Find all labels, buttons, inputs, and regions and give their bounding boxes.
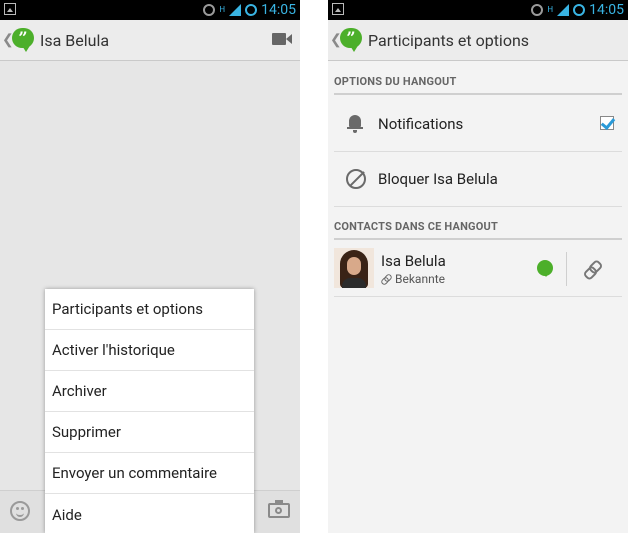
video-call-icon[interactable] (272, 33, 292, 45)
options-section-header: OPTIONS DU HANGOUT (334, 75, 622, 95)
status-icons: H 14:05 (531, 0, 624, 20)
circle-link-icon (381, 274, 391, 284)
notifications-label: Notifications (378, 115, 464, 133)
presence-status-icon (537, 260, 553, 277)
sync-icon (573, 4, 586, 16)
back-caret-icon[interactable]: ❮ (330, 32, 342, 48)
notifications-checkbox[interactable] (600, 114, 616, 131)
menu-item-delete[interactable]: Supprimer (45, 412, 254, 453)
bell-icon (346, 114, 366, 134)
hangouts-logo-icon[interactable]: ” (12, 28, 34, 52)
divider (566, 252, 567, 286)
clock: 14:05 (589, 2, 624, 18)
block-user-label: Bloquer Isa Belula (378, 170, 498, 188)
gallery-notification-icon (4, 3, 16, 15)
camera-icon[interactable] (268, 500, 290, 518)
menu-item-send-feedback[interactable]: Envoyer un commentaire (45, 453, 254, 494)
checkmark-icon (600, 114, 616, 131)
notifications-row[interactable]: Notifications (334, 97, 622, 152)
contacts-section-header: CONTACTS DANS CE HANGOUT (334, 220, 622, 240)
status-bar: H 14:05 (0, 0, 300, 20)
block-user-row[interactable]: Bloquer Isa Belula (334, 152, 622, 207)
signal-icon (557, 4, 570, 16)
contact-circle-label: Bekannte (395, 272, 445, 286)
menu-item-archive[interactable]: Archiver (45, 371, 254, 412)
circles-link-icon[interactable] (584, 260, 602, 278)
network-type: H (547, 5, 554, 14)
avatar[interactable] (334, 248, 374, 288)
clock: 14:05 (261, 2, 296, 18)
action-bar: ❮ ” Participants et options (328, 20, 628, 61)
conversation-title: Isa Belula (40, 30, 110, 50)
action-bar: ❮ ” Isa Belula (0, 20, 300, 61)
network-type: H (219, 5, 226, 14)
back-caret-icon[interactable]: ❮ (2, 32, 14, 48)
status-icons: H 14:05 (203, 0, 296, 20)
menu-item-help[interactable]: Aide (45, 494, 254, 533)
settings-notification-icon (203, 4, 216, 16)
menu-item-enable-history[interactable]: Activer l'historique (45, 330, 254, 371)
left-screen: H 14:05 ❮ ” Isa Belula Participants et o… (0, 0, 300, 533)
sync-icon (245, 4, 258, 16)
hangouts-logo-icon[interactable]: ” (340, 28, 362, 52)
screen-title: Participants et options (368, 30, 530, 50)
right-screen: H 14:05 ❮ ” Participants et options OPTI… (328, 0, 628, 533)
block-icon (346, 169, 366, 189)
settings-notification-icon (531, 4, 544, 16)
emoji-icon[interactable] (10, 501, 30, 521)
overflow-menu: Participants et options Activer l'histor… (45, 289, 254, 533)
contact-name: Isa Belula (381, 252, 446, 270)
menu-item-participants-options[interactable]: Participants et options (45, 289, 254, 330)
gallery-notification-icon (332, 3, 344, 15)
contact-row[interactable]: Isa Belula Bekannte (334, 242, 622, 297)
contact-circle: Bekannte (381, 272, 445, 286)
status-bar: H 14:05 (328, 0, 628, 20)
signal-icon (229, 4, 242, 16)
